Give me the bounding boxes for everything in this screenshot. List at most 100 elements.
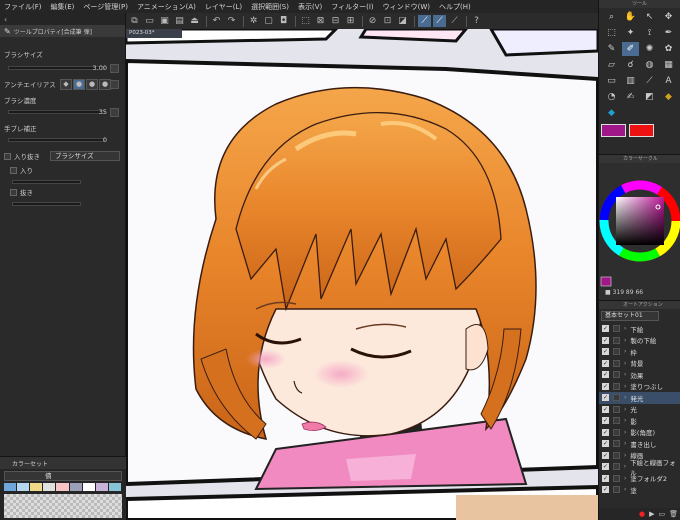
main-color-swatch[interactable] [601, 124, 626, 137]
menu-page[interactable]: ページ管理(P) [83, 2, 128, 12]
toggle-box[interactable] [613, 371, 620, 379]
chevron-right-icon[interactable]: › [624, 452, 626, 459]
chevron-right-icon[interactable]: › [624, 475, 626, 482]
check-icon[interactable]: ✓ [602, 440, 609, 448]
menu-selection[interactable]: 選択範囲(S) [251, 2, 289, 12]
save-icon[interactable]: ▤ [173, 15, 186, 27]
snap-ruler-icon[interactable]: ⟋ [418, 15, 431, 27]
operation-icon[interactable]: ↖ [641, 10, 658, 24]
swatch[interactable] [30, 483, 43, 491]
manga-illustration[interactable] [126, 29, 598, 520]
check-icon[interactable]: ✓ [602, 348, 609, 356]
menu-view[interactable]: 表示(V) [298, 2, 322, 12]
chevron-right-icon[interactable]: › [624, 348, 626, 355]
swatch[interactable] [56, 483, 69, 491]
fill-icon[interactable]: ◘ [277, 15, 290, 27]
snap-disabled-icon[interactable]: ⊘ [366, 15, 379, 27]
redo-icon[interactable]: ↷ [225, 15, 238, 27]
swatch[interactable] [4, 483, 17, 491]
check-icon[interactable]: ✓ [602, 325, 609, 333]
taper-in-checkbox[interactable] [10, 166, 17, 174]
menu-window[interactable]: ウィンドウ(W) [383, 2, 430, 12]
new-action-icon[interactable]: ▭ [658, 510, 665, 518]
toggle-box[interactable] [613, 440, 620, 448]
brush-density-value[interactable]: 35 [99, 108, 107, 116]
colorset-select[interactable]: 債 [4, 471, 122, 481]
toggle-box[interactable] [613, 405, 620, 413]
auto-action-item[interactable]: ✓ › 光 [599, 404, 680, 416]
transform-icon[interactable]: ⬚ [299, 15, 312, 27]
color-wheel[interactable] [599, 163, 680, 287]
panel-collapse-bar[interactable]: ‹ [0, 13, 125, 25]
auto-action-item[interactable]: ✓ › 影 [599, 415, 680, 427]
chevron-right-icon[interactable]: › [624, 360, 626, 367]
swatch[interactable] [82, 483, 95, 491]
blue-tool-icon[interactable]: ◆ [603, 106, 620, 120]
toggle-box[interactable] [613, 417, 620, 425]
delete-icon[interactable]: 🗑 [669, 510, 678, 518]
eyedropper-icon[interactable]: ⟟ [641, 26, 658, 40]
chevron-right-icon[interactable]: › [624, 371, 626, 378]
taper-checkbox[interactable] [4, 152, 11, 160]
play-icon[interactable]: ▶ [649, 510, 654, 518]
toggle-box[interactable] [613, 451, 620, 459]
toggle-box[interactable] [613, 325, 620, 333]
chevron-right-icon[interactable]: › [624, 463, 626, 470]
auto-action-item[interactable]: ✓ › 影(角度) [599, 427, 680, 439]
brush-size-value[interactable]: 3.00 [93, 64, 107, 72]
chevron-right-icon[interactable]: › [624, 486, 626, 493]
loading-icon[interactable]: ✲ [247, 15, 260, 27]
taper-select[interactable]: ブラシサイズ [50, 151, 120, 161]
menu-help[interactable]: ヘルプ(H) [439, 2, 471, 12]
line-correction-icon[interactable]: ✍ [622, 90, 639, 104]
collapse-icon[interactable]: ‹ [4, 15, 7, 24]
stabilization-slider[interactable] [8, 138, 105, 142]
menu-file[interactable]: ファイル(F) [4, 2, 42, 12]
check-icon[interactable]: ✓ [602, 394, 609, 402]
toggle-box[interactable] [613, 382, 620, 390]
check-icon[interactable]: ✓ [602, 417, 609, 425]
check-icon[interactable]: ✓ [602, 463, 609, 471]
swatch[interactable] [95, 483, 108, 491]
taper-out-checkbox[interactable] [10, 188, 17, 196]
menu-filter[interactable]: フィルター(I) [331, 2, 373, 12]
auto-action-item[interactable]: ✓ › 製の下絵 [599, 335, 680, 347]
menu-animation[interactable]: アニメーション(A) [137, 2, 196, 12]
orange-tool-icon[interactable]: ◆ [660, 90, 677, 104]
menu-layer[interactable]: レイヤー(L) [205, 2, 242, 12]
chevron-right-icon[interactable]: › [624, 383, 626, 390]
invert-icon[interactable]: ⊟ [329, 15, 342, 27]
antialias-none-icon[interactable]: ◆ [60, 78, 72, 90]
auto-action-item[interactable]: ✓ › 下絵と線画フォル [599, 459, 680, 477]
auto-action-item[interactable]: ✓ › 塗りつぶし [599, 381, 680, 393]
open-file-icon[interactable]: ▣ [158, 15, 171, 27]
frame-icon[interactable]: ▥ [622, 74, 639, 88]
antialias-menu-button[interactable] [110, 79, 119, 89]
selection-icon[interactable]: ⬚ [603, 26, 620, 40]
check-icon[interactable]: ✓ [602, 371, 609, 379]
undo-icon[interactable]: ↶ [210, 15, 223, 27]
check-icon[interactable]: ✓ [602, 428, 609, 436]
crop-icon[interactable]: ⊞ [344, 15, 357, 27]
auto-action-item-selected[interactable]: ✓ › 発光 [599, 392, 680, 404]
new-file-icon[interactable]: ▭ [143, 15, 156, 27]
auto-action-item[interactable]: ✓ › 背景 [599, 358, 680, 370]
auto-select-icon[interactable]: ✦ [622, 26, 639, 40]
taper-out-slider[interactable] [12, 202, 81, 206]
brush-density-slider[interactable] [8, 110, 105, 114]
balloon-icon[interactable]: ◔ [603, 90, 620, 104]
auto-action-item[interactable]: ✓ › 下絵 [599, 323, 680, 335]
menu-edit[interactable]: 編集(E) [51, 2, 75, 12]
toggle-box[interactable] [613, 336, 620, 344]
move-layer-icon[interactable]: ✥ [660, 10, 677, 24]
color-picker-icon[interactable]: ◩ [641, 90, 658, 104]
check-icon[interactable]: ✓ [602, 486, 609, 494]
toggle-box[interactable] [613, 474, 620, 482]
toggle-box[interactable] [613, 359, 620, 367]
chevron-right-icon[interactable]: › [624, 406, 626, 413]
decoration-icon[interactable]: ✿ [660, 42, 677, 56]
chevron-right-icon[interactable]: › [624, 417, 626, 424]
snap-grid-icon[interactable]: ⊡ [381, 15, 394, 27]
transparent-swatch-area[interactable] [4, 494, 122, 518]
swatch[interactable] [108, 483, 121, 491]
